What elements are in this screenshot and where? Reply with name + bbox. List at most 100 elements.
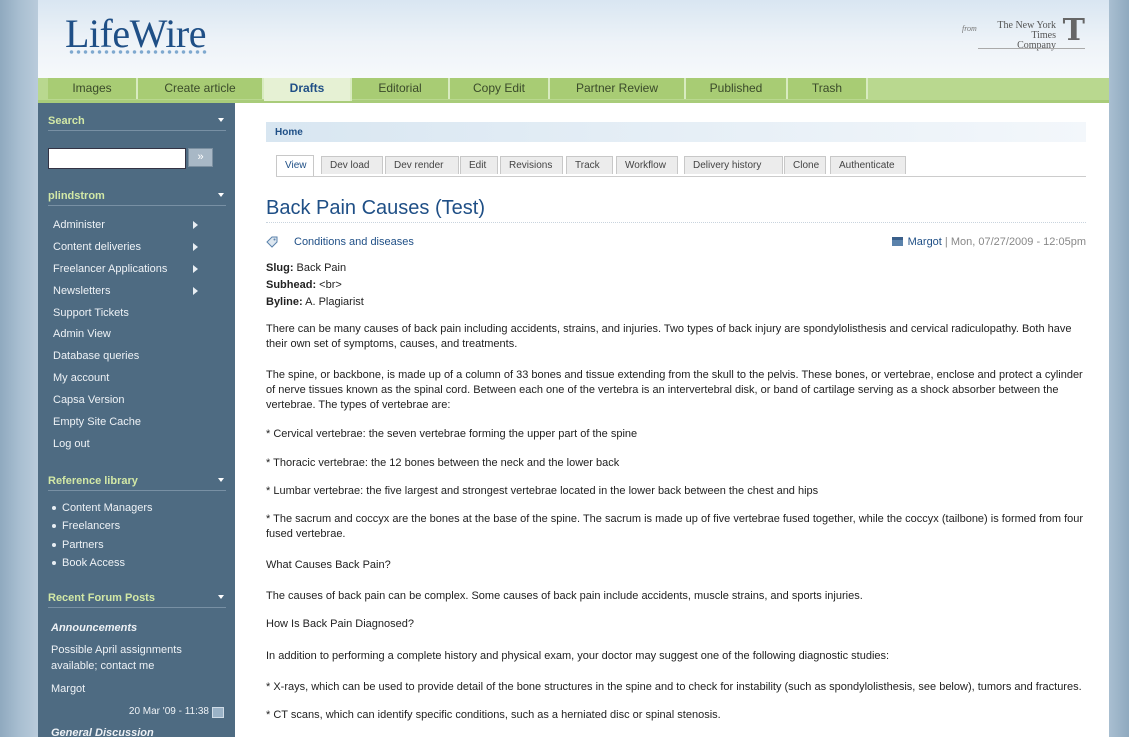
subtab-track[interactable]: Track <box>566 156 613 174</box>
subhead-label: Subhead: <box>266 279 317 291</box>
submenu-arrow-icon <box>193 287 198 295</box>
subtab-revisions[interactable]: Revisions <box>500 156 563 174</box>
nav-content-deliveries[interactable]: Content deliveries <box>53 241 213 253</box>
forum-post-icon[interactable] <box>212 707 224 718</box>
header: LifeWire from The New York Times Company… <box>38 0 1109 78</box>
collapse-arrow-icon[interactable] <box>218 478 224 482</box>
tab-trash[interactable]: Trash <box>788 78 868 99</box>
subtab-view[interactable]: View <box>276 155 314 176</box>
post-date: | Mon, 07/27/2009 - 12:05pm <box>941 236 1086 248</box>
subtab-dev-load[interactable]: Dev load <box>321 156 383 174</box>
collapse-arrow-icon[interactable] <box>218 118 224 122</box>
nav-support-tickets[interactable]: Support Tickets <box>53 307 213 319</box>
nyt-t-icon: T <box>1062 13 1085 48</box>
forum-section-announcements[interactable]: Announcements <box>51 622 137 634</box>
username: plindstrom <box>48 190 105 202</box>
primary-tabs: Images Create article Drafts Editorial C… <box>38 78 1109 103</box>
tab-copy-edit[interactable]: Copy Edit <box>450 78 550 99</box>
page-title: Back Pain Causes (Test) <box>266 197 1086 223</box>
nav-label: Newsletters <box>53 285 111 297</box>
search-title-text: Search <box>48 115 85 127</box>
forum-post-title[interactable]: Possible April assignments available; co… <box>51 642 221 674</box>
body-heading: How Is Back Pain Diagnosed? <box>266 618 414 630</box>
nav-empty-site-cache[interactable]: Empty Site Cache <box>53 416 213 428</box>
body-paragraph: * Cervical vertebrae: the seven vertebra… <box>266 428 638 440</box>
nav-admin-view[interactable]: Admin View <box>53 328 213 340</box>
nav-freelancer-applications[interactable]: Freelancer Applications <box>53 263 213 275</box>
ref-freelancers[interactable]: Freelancers <box>51 520 120 532</box>
subhead-value: <br> <box>316 279 342 291</box>
subtab-clone[interactable]: Clone <box>784 156 826 174</box>
nav-newsletters[interactable]: Newsletters <box>53 285 213 297</box>
body-paragraph: The causes of back pain can be complex. … <box>266 590 863 602</box>
nyt-logo: from The New York Times Company T <box>960 13 1085 52</box>
nav-log-out[interactable]: Log out <box>53 438 213 450</box>
nav-label: Freelancer Applications <box>53 263 168 275</box>
submenu-arrow-icon <box>193 243 198 251</box>
collapse-arrow-icon[interactable] <box>218 193 224 197</box>
breadcrumb-home-link[interactable]: Home <box>275 127 303 138</box>
nav-my-account[interactable]: My account <box>53 372 213 384</box>
forum-post-date: 20 Mar '09 - 11:38 <box>128 706 209 717</box>
tab-images[interactable]: Images <box>48 78 138 99</box>
ref-content-managers[interactable]: Content Managers <box>52 502 153 514</box>
body-paragraph: There can be many causes of back pain in… <box>266 323 1072 350</box>
body-paragraph: * CT scans, which can identify specific … <box>266 709 721 721</box>
ref-partners[interactable]: Partners <box>52 539 104 551</box>
subtab-workflow[interactable]: Workflow <box>616 156 678 174</box>
tab-published[interactable]: Published <box>686 78 788 99</box>
body-paragraph: The spine, or backbone, is made up of a … <box>266 369 1083 411</box>
secondary-tabs: View Dev load Dev render Edit Revisions … <box>276 155 1086 177</box>
subtab-edit[interactable]: Edit <box>460 156 498 174</box>
logo-dots <box>68 49 208 55</box>
taxonomy-link[interactable]: Conditions and diseases <box>294 236 414 248</box>
tag-icon <box>266 236 278 248</box>
nav-administer[interactable]: Administer <box>53 219 213 231</box>
search-input[interactable] <box>48 148 186 169</box>
nyt-line2: Company <box>1017 40 1056 51</box>
byline-value: A. Plagiarist <box>302 296 364 308</box>
reference-title-text: Reference library <box>48 475 138 487</box>
tab-drafts[interactable]: Drafts <box>264 78 352 101</box>
author-link[interactable]: Margot <box>908 236 942 248</box>
forum-post-author[interactable]: Margot <box>51 681 221 697</box>
nav-label: Administer <box>53 219 105 231</box>
post-meta: Margot | Mon, 07/27/2009 - 12:05pm <box>891 236 1086 248</box>
field-byline: Byline: A. Plagiarist <box>266 296 364 308</box>
page: LifeWire from The New York Times Company… <box>38 0 1109 737</box>
reference-block-title[interactable]: Reference library <box>48 475 226 491</box>
slug-label: Slug: <box>266 262 294 274</box>
body-paragraph: * Lumbar vertebrae: the five largest and… <box>266 485 819 497</box>
nyt-line1: The New York Times <box>997 20 1056 41</box>
collapse-arrow-icon[interactable] <box>218 595 224 599</box>
ref-book-access[interactable]: Book Access <box>52 557 125 569</box>
forum-block-title[interactable]: Recent Forum Posts <box>48 592 226 608</box>
subtab-authenticate[interactable]: Authenticate <box>830 156 906 174</box>
nyt-name: The New York Times Company <box>978 21 1056 51</box>
nav-label: Content deliveries <box>53 241 142 253</box>
nav-database-queries[interactable]: Database queries <box>53 350 213 362</box>
search-submit-button[interactable]: » <box>188 148 213 167</box>
body-paragraph: * Thoracic vertebrae: the 12 bones betwe… <box>266 457 620 469</box>
nyt-underline <box>978 48 1085 49</box>
subtab-dev-render[interactable]: Dev render <box>385 156 459 174</box>
field-subhead: Subhead: <br> <box>266 279 342 291</box>
slug-value: Back Pain <box>293 262 347 274</box>
search-block-title[interactable]: Search <box>48 115 226 131</box>
body-heading: What Causes Back Pain? <box>266 559 391 571</box>
tab-create-article[interactable]: Create article <box>138 78 264 99</box>
body-paragraph: In addition to performing a complete his… <box>266 650 890 662</box>
byline-label: Byline: <box>266 296 303 308</box>
user-block-title[interactable]: plindstrom <box>48 190 226 206</box>
submenu-arrow-icon <box>193 265 198 273</box>
subtab-delivery-history[interactable]: Delivery history <box>684 156 783 174</box>
body-paragraph: * The sacrum and coccyx are the bones at… <box>266 513 1084 540</box>
forum-title-text: Recent Forum Posts <box>48 592 155 604</box>
nav-capsa-version[interactable]: Capsa Version <box>53 394 213 406</box>
sidebar: Search » plindstrom Administer Content d… <box>38 103 235 737</box>
calendar-icon <box>891 237 903 246</box>
forum-section-general[interactable]: General Discussion <box>51 727 154 737</box>
tab-partner-review[interactable]: Partner Review <box>550 78 686 99</box>
submenu-arrow-icon <box>193 221 198 229</box>
tab-editorial[interactable]: Editorial <box>352 78 450 99</box>
